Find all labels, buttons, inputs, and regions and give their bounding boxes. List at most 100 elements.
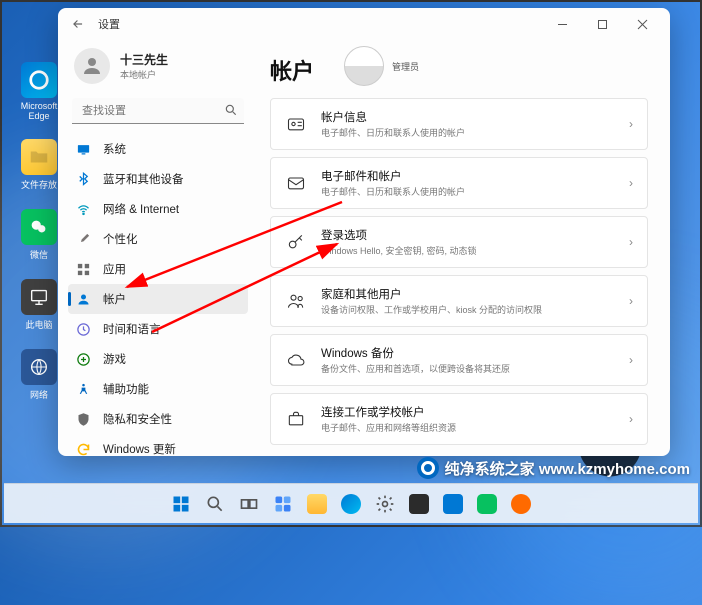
card-family[interactable]: 家庭和其他用户 设备访问权限、工作或学校用户、kiosk 分配的访问权限 › bbox=[270, 275, 648, 327]
apps-icon bbox=[76, 262, 91, 277]
computer-icon bbox=[21, 279, 57, 315]
user-block[interactable]: 十三先生 本地帐户 bbox=[68, 44, 248, 94]
settings-taskbar-button[interactable] bbox=[370, 489, 400, 519]
chevron-right-icon: › bbox=[629, 294, 633, 308]
avatar bbox=[74, 48, 110, 84]
admin-avatar bbox=[344, 46, 384, 86]
taskview-button[interactable] bbox=[234, 489, 264, 519]
card-account-info[interactable]: 帐户信息 电子邮件、日历和联系人使用的帐户 › bbox=[270, 98, 648, 150]
sidebar-item-bluetooth[interactable]: 蓝牙和其他设备 bbox=[68, 164, 248, 194]
sidebar-item-accessibility[interactable]: 辅助功能 bbox=[68, 374, 248, 404]
folder-icon bbox=[21, 139, 57, 175]
admin-label: 管理员 bbox=[392, 60, 419, 73]
sidebar-item-personalize[interactable]: 个性化 bbox=[68, 224, 248, 254]
titlebar: 设置 bbox=[58, 8, 670, 40]
app2-button[interactable] bbox=[438, 489, 468, 519]
window-title: 设置 bbox=[98, 16, 120, 32]
sidebar-item-label: 隐私和安全性 bbox=[103, 411, 172, 427]
sidebar-item-system[interactable]: 系统 bbox=[68, 134, 248, 164]
start-button[interactable] bbox=[166, 489, 196, 519]
maximize-button[interactable] bbox=[582, 10, 622, 38]
sidebar-item-accounts[interactable]: 帐户 bbox=[68, 284, 248, 314]
close-button[interactable] bbox=[622, 10, 662, 38]
sidebar-item-label: 时间和语言 bbox=[103, 321, 161, 337]
bluetooth-icon bbox=[76, 172, 91, 187]
card-title: 电子邮件和帐户 bbox=[321, 168, 615, 184]
chevron-right-icon: › bbox=[629, 235, 633, 249]
main-content: 帐户 管理员 帐户信息 电子邮件、日历和联系人使用的帐户 › 电子邮件和帐户 bbox=[256, 40, 670, 456]
card-title: 登录选项 bbox=[321, 227, 615, 243]
sidebar-item-gaming[interactable]: 游戏 bbox=[68, 344, 248, 374]
card-email[interactable]: 电子邮件和帐户 电子邮件、日历和联系人使用的帐户 › bbox=[270, 157, 648, 209]
chevron-right-icon: › bbox=[629, 353, 633, 367]
search-button[interactable] bbox=[200, 489, 230, 519]
sidebar-item-label: 网络 & Internet bbox=[103, 201, 179, 217]
explorer-button[interactable] bbox=[302, 489, 332, 519]
gaming-icon bbox=[76, 352, 91, 367]
key-icon bbox=[285, 231, 307, 253]
clock-icon bbox=[76, 322, 91, 337]
card-subtitle: Windows Hello, 安全密钥, 密码, 动态锁 bbox=[321, 244, 615, 257]
desktop-icon-thispc[interactable]: 此电脑 bbox=[14, 279, 64, 331]
brush-icon bbox=[76, 232, 91, 247]
desktop-icon-label: 微信 bbox=[14, 248, 64, 261]
card-subtitle: 电子邮件、应用和网络等组织资源 bbox=[321, 421, 615, 434]
wifi-icon bbox=[76, 202, 91, 217]
sidebar-item-label: 应用 bbox=[103, 261, 126, 277]
back-button[interactable] bbox=[66, 12, 90, 36]
card-work[interactable]: 连接工作或学校帐户 电子邮件、应用和网络等组织资源 › bbox=[270, 393, 648, 445]
wechat-icon bbox=[21, 209, 57, 245]
card-title: 帐户信息 bbox=[321, 109, 615, 125]
card-subtitle: 设备访问权限、工作或学校用户、kiosk 分配的访问权限 bbox=[321, 303, 615, 316]
taskbar bbox=[4, 483, 698, 523]
sidebar: 十三先生 本地帐户 系统 蓝牙和其他设备 网络 & Internet bbox=[58, 40, 256, 456]
id-card-icon bbox=[285, 113, 307, 135]
search-icon bbox=[224, 103, 238, 122]
desktop-icon-label: 文件存放 bbox=[14, 178, 64, 191]
sidebar-item-apps[interactable]: 应用 bbox=[68, 254, 248, 284]
card-title: 连接工作或学校帐户 bbox=[321, 404, 615, 420]
chevron-right-icon: › bbox=[629, 176, 633, 190]
search-input[interactable] bbox=[72, 98, 244, 124]
settings-window: 设置 十三先生 本地帐户 系统 蓝牙和 bbox=[58, 8, 670, 456]
wechat-taskbar-button[interactable] bbox=[472, 489, 502, 519]
sidebar-item-label: 辅助功能 bbox=[103, 381, 149, 397]
minimize-button[interactable] bbox=[542, 10, 582, 38]
edge-taskbar-button[interactable] bbox=[336, 489, 366, 519]
desktop-icon-network[interactable]: 网络 bbox=[14, 349, 64, 401]
desktop-icon-label: 此电脑 bbox=[14, 318, 64, 331]
mail-icon bbox=[285, 172, 307, 194]
sidebar-item-time[interactable]: 时间和语言 bbox=[68, 314, 248, 344]
sidebar-item-privacy[interactable]: 隐私和安全性 bbox=[68, 404, 248, 434]
app3-button[interactable] bbox=[506, 489, 536, 519]
accessibility-icon bbox=[76, 382, 91, 397]
desktop-icon-wechat[interactable]: 微信 bbox=[14, 209, 64, 261]
sidebar-item-update[interactable]: Windows 更新 bbox=[68, 434, 248, 456]
desktop-icon-edge[interactable]: Microsoft Edge bbox=[14, 62, 64, 121]
card-subtitle: 电子邮件、日历和联系人使用的帐户 bbox=[321, 126, 615, 139]
card-subtitle: 电子邮件、日历和联系人使用的帐户 bbox=[321, 185, 615, 198]
watermark: 纯净系统之家 www.kzmyhome.com bbox=[417, 457, 690, 479]
card-title: Windows 备份 bbox=[321, 345, 615, 361]
sidebar-item-label: 帐户 bbox=[103, 291, 126, 307]
sidebar-item-label: 系统 bbox=[103, 141, 126, 157]
update-icon bbox=[76, 442, 91, 457]
sidebar-item-label: 蓝牙和其他设备 bbox=[103, 171, 184, 187]
user-type: 本地帐户 bbox=[120, 68, 168, 81]
user-name: 十三先生 bbox=[120, 51, 168, 68]
desktop-icon-label: Microsoft Edge bbox=[14, 101, 64, 121]
card-signin[interactable]: 登录选项 Windows Hello, 安全密钥, 密码, 动态锁 › bbox=[270, 216, 648, 268]
admin-block: 管理员 bbox=[344, 46, 419, 86]
edge-icon bbox=[21, 62, 57, 98]
sidebar-item-label: Windows 更新 bbox=[103, 441, 176, 456]
sidebar-item-label: 游戏 bbox=[103, 351, 126, 367]
chevron-right-icon: › bbox=[629, 117, 633, 131]
app1-button[interactable] bbox=[404, 489, 434, 519]
card-backup[interactable]: Windows 备份 备份文件、应用和首选项，以便跨设备将其还原 › bbox=[270, 334, 648, 386]
chevron-right-icon: › bbox=[629, 412, 633, 426]
desktop-icon-folder[interactable]: 文件存放 bbox=[14, 139, 64, 191]
watermark-text: 纯净系统之家 www.kzmyhome.com bbox=[445, 458, 690, 479]
widgets-button[interactable] bbox=[268, 489, 298, 519]
sidebar-item-label: 个性化 bbox=[103, 231, 138, 247]
sidebar-item-network[interactable]: 网络 & Internet bbox=[68, 194, 248, 224]
